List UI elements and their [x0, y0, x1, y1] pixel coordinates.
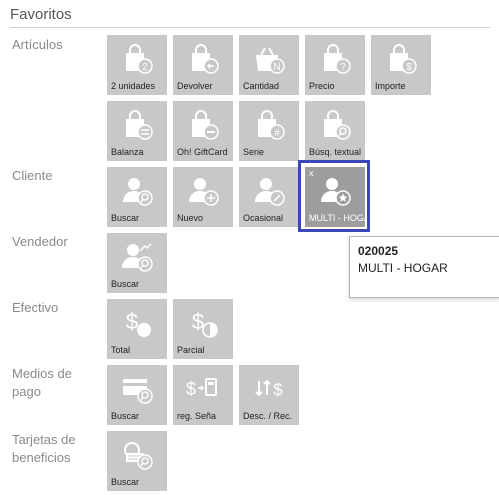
- tile-efectivo-parcial[interactable]: $ Parcial: [173, 299, 233, 359]
- tile-label: Buscar: [111, 477, 140, 487]
- benefit-card-search-icon: [107, 438, 167, 472]
- basket-n-icon: N: [239, 42, 299, 76]
- bag-card-icon: [173, 108, 233, 142]
- svg-text:$: $: [186, 379, 196, 399]
- seller-search-icon: [107, 240, 167, 274]
- tile-vendedor-buscar[interactable]: Buscar: [107, 233, 167, 293]
- tile-cliente-nuevo[interactable]: Nuevo: [173, 167, 233, 227]
- tile-precio[interactable]: ? Precio: [305, 35, 365, 95]
- tile-tarjetas-buscar[interactable]: Buscar: [107, 431, 167, 491]
- tile-cliente-buscar[interactable]: Buscar: [107, 167, 167, 227]
- svg-text:$: $: [406, 62, 412, 73]
- tile-medios-sena[interactable]: $ reg. Seña: [173, 365, 233, 425]
- tile-busq-textual[interactable]: Búsq. textual: [305, 101, 365, 161]
- bag-scale-icon: [107, 108, 167, 142]
- section-label-vendedor: Vendedor: [12, 234, 68, 249]
- tile-cantidad[interactable]: N Cantidad: [239, 35, 299, 95]
- tile-cliente-ocasional[interactable]: Ocasional: [239, 167, 299, 227]
- tile-label: Balanza: [111, 147, 144, 157]
- section-label-cliente: Cliente: [12, 168, 53, 183]
- tile-label: Buscar: [111, 411, 140, 421]
- section-label-tarjetas: Tarjetas de beneficios: [12, 432, 76, 465]
- cash-total-icon: $: [107, 306, 167, 340]
- svg-text:N: N: [273, 62, 280, 73]
- tile-importe[interactable]: $ Importe: [371, 35, 431, 95]
- card-search-icon: [107, 372, 167, 406]
- user-pencil-icon: [239, 174, 299, 208]
- client-tooltip: 020025 MULTI - HOGAR: [349, 236, 499, 298]
- cash-partial-icon: $: [173, 306, 233, 340]
- tile-medios-desc-rec[interactable]: $ Desc. / Rec.: [239, 365, 299, 425]
- svg-text:?: ?: [340, 62, 346, 73]
- svg-text:#: #: [274, 128, 280, 139]
- favorites-header: Favoritos: [10, 5, 490, 28]
- tile-label: Cantidad: [243, 81, 280, 91]
- bag-question-icon: ?: [305, 42, 365, 76]
- tile-2-unidades[interactable]: 2 2 unidades: [107, 35, 167, 95]
- tile-label: Parcial: [177, 345, 205, 355]
- tile-giftcard[interactable]: Oh! GiftCard: [173, 101, 233, 161]
- tile-serie[interactable]: # Serie: [239, 101, 299, 161]
- tile-label: Serie: [243, 147, 265, 157]
- favorites-title: Favoritos: [10, 6, 72, 23]
- tile-devolver[interactable]: Devolver: [173, 35, 233, 95]
- bag-hash-icon: #: [239, 108, 299, 142]
- tile-efectivo-total[interactable]: $ Total: [107, 299, 167, 359]
- tile-label: Oh! GiftCard: [177, 147, 228, 157]
- tile-label: Desc. / Rec.: [243, 411, 293, 421]
- tile-label: Devolver: [177, 81, 213, 91]
- user-add-icon: [173, 174, 233, 208]
- tile-label: 2 unidades: [111, 81, 156, 91]
- bag-dollar-icon: $: [371, 42, 431, 76]
- section-label-medios-pago: Medios de pago: [12, 366, 72, 399]
- svg-text:$: $: [273, 380, 283, 399]
- tooltip-code: 020025: [358, 244, 399, 258]
- tile-label: Buscar: [111, 213, 140, 223]
- svg-text:2: 2: [142, 62, 148, 73]
- section-label-efectivo: Efectivo: [12, 300, 59, 315]
- tile-label: Ocasional: [243, 213, 284, 223]
- discount-icon: $: [239, 372, 299, 406]
- tile-balanza[interactable]: Balanza: [107, 101, 167, 161]
- tile-label: Precio: [309, 81, 335, 91]
- bag-return-icon: [173, 42, 233, 76]
- tile-label: Nuevo: [177, 213, 204, 223]
- tile-label: Total: [111, 345, 131, 355]
- tile-label: Importe: [375, 81, 406, 91]
- svg-text:$: $: [126, 309, 138, 334]
- selection-highlight: [298, 160, 370, 232]
- cash-deposit-icon: $: [173, 372, 233, 406]
- tooltip-name: MULTI - HOGAR: [358, 261, 448, 275]
- tile-label: Buscar: [111, 279, 140, 289]
- bag-search-icon: [305, 108, 365, 142]
- section-label-articulos: Artículos: [12, 37, 63, 52]
- tile-medios-buscar[interactable]: Buscar: [107, 365, 167, 425]
- tile-label: Búsq. textual: [309, 147, 362, 157]
- bag-2-icon: 2: [107, 42, 167, 76]
- tile-label: reg. Seña: [177, 411, 217, 421]
- user-search-icon: [107, 174, 167, 208]
